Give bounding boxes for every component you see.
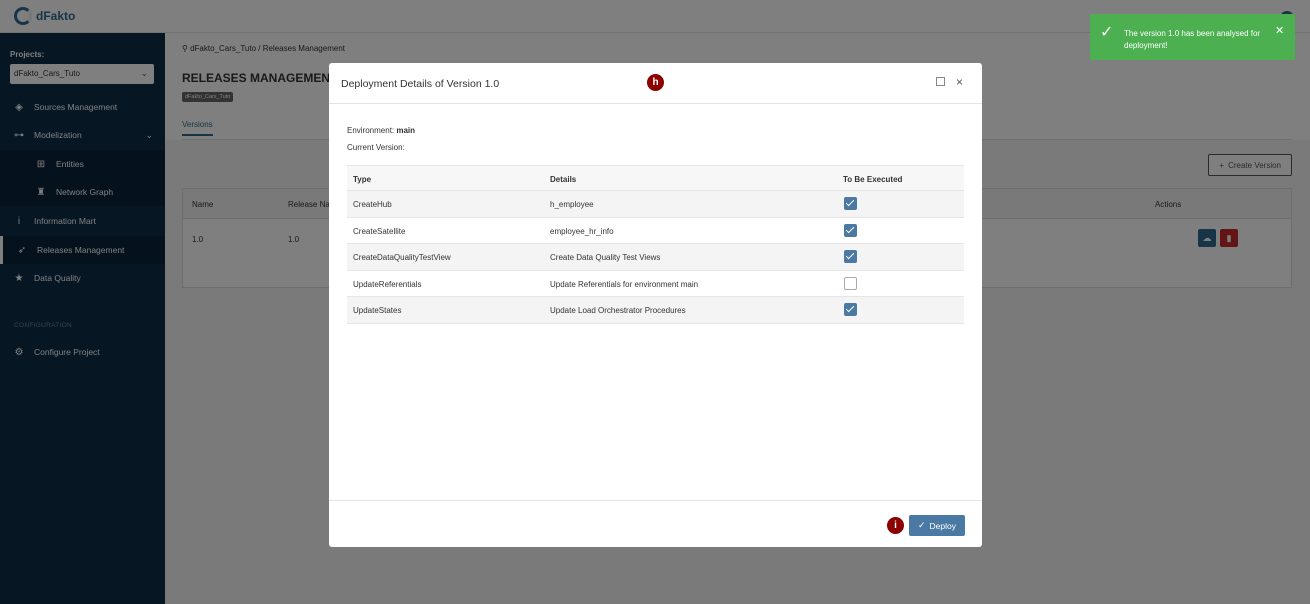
- deployment-details-dialog: Deployment Details of Version 1.0 h × En…: [329, 63, 982, 547]
- check-icon: ✓: [917, 520, 926, 530]
- current-version-label: Current Version:: [347, 143, 405, 152]
- execute-checkbox[interactable]: [844, 250, 857, 263]
- deployment-steps-table: Type Details To Be Executed CreateHub h_…: [347, 165, 964, 324]
- table-row: CreateHub h_employee: [347, 191, 964, 218]
- environment-value: main: [396, 126, 416, 135]
- check-icon: ✓: [1100, 24, 1114, 41]
- toast-message: The version 1.0 has been analysed for de…: [1124, 29, 1261, 50]
- deploy-label: Deploy: [929, 520, 956, 531]
- execute-checkbox[interactable]: [844, 276, 857, 290]
- execute-checkbox[interactable]: [844, 223, 857, 237]
- row-details: employee_hr_info: [550, 226, 614, 236]
- table-row: CreateSatellite employee_hr_info: [347, 218, 964, 244]
- close-icon[interactable]: ×: [956, 75, 963, 89]
- table-row: UpdateReferentials Update Referentials f…: [347, 271, 964, 297]
- dialog-footer: i ✓ Deploy: [329, 500, 982, 547]
- column-header-to-be-executed: To Be Executed: [843, 175, 903, 184]
- dialog-header: Deployment Details of Version 1.0 h ×: [329, 63, 982, 104]
- column-header-details: Details: [550, 175, 577, 184]
- row-details: Update Referentials for environment main: [550, 279, 699, 289]
- row-type: UpdateReferentials: [353, 279, 422, 289]
- execute-checkbox[interactable]: [844, 303, 857, 316]
- row-type: UpdateStates: [353, 306, 402, 315]
- row-details: Create Data Quality Test Views: [550, 253, 661, 262]
- row-type: CreateHub: [353, 200, 392, 209]
- annotation-marker-i: i: [887, 517, 904, 534]
- close-icon[interactable]: ✕: [1275, 24, 1284, 37]
- success-toast: ✓ The version 1.0 has been analysed for …: [1090, 14, 1295, 60]
- maximize-icon[interactable]: [936, 77, 945, 86]
- environment-label: Environment:: [347, 126, 397, 135]
- deploy-button[interactable]: ✓ Deploy: [909, 515, 965, 536]
- row-details: h_employee: [550, 200, 594, 209]
- table-header-row: Type Details To Be Executed: [347, 165, 964, 191]
- table-row: CreateDataQualityTestView Create Data Qu…: [347, 244, 964, 271]
- dialog-title: Deployment Details of Version 1.0: [341, 78, 500, 90]
- table-row: UpdateStates Update Load Orchestrator Pr…: [347, 297, 964, 324]
- annotation-marker-h: h: [647, 74, 664, 91]
- environment-line: Environment: main: [347, 126, 415, 135]
- column-header-type: Type: [353, 175, 372, 184]
- row-type: CreateDataQualityTestView: [353, 253, 451, 262]
- row-details: Update Load Orchestrator Procedures: [550, 306, 686, 315]
- row-type: CreateSatellite: [353, 226, 406, 236]
- execute-checkbox[interactable]: [844, 197, 857, 210]
